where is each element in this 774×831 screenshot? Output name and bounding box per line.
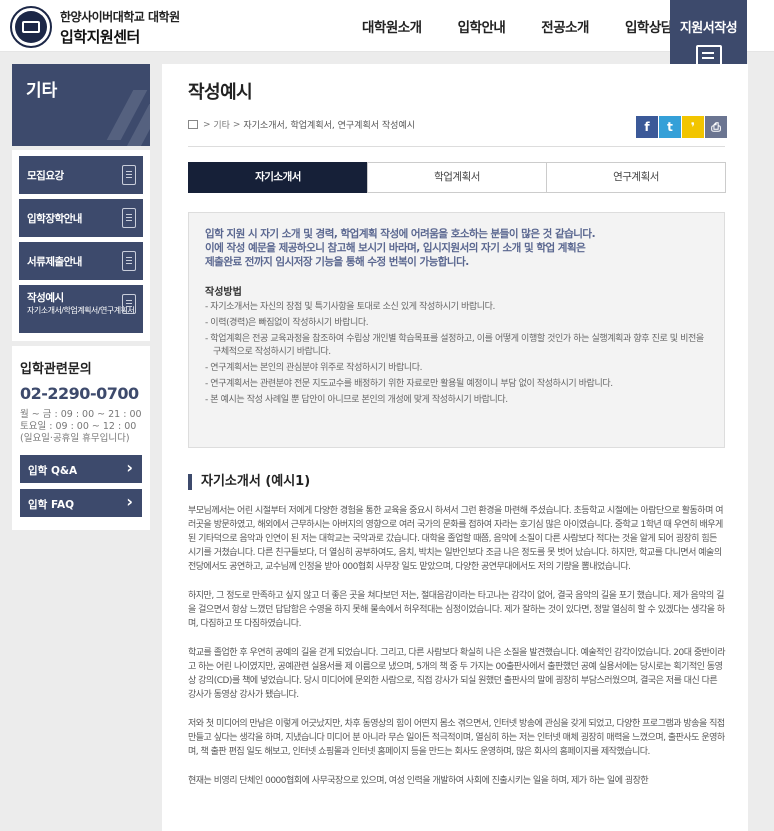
section-title: 자기소개서 (예시1) bbox=[188, 474, 310, 490]
site-logo[interactable]: 한양사이버대학교 대학원 입학지원센터 bbox=[10, 6, 180, 48]
breadcrumb-current: 자기소개서, 학업계획서, 연구계획서 작성예시 bbox=[243, 121, 416, 131]
example-paragraph: 부모님께서는 어린 시절부터 저에게 다양한 경험을 통한 교육을 중요시 하셔… bbox=[188, 506, 724, 572]
example-paragraph: 현재는 비영리 단체인 0000협회에 사무국장으로 있으며, 여성 인력을 개… bbox=[188, 776, 649, 786]
tab-study-plan[interactable]: 학업계획서 bbox=[367, 162, 547, 193]
center-name: 입학지원센터 bbox=[60, 27, 140, 46]
rule-item: - 본 예시는 작성 사례일 뿐 답안이 아니므로 본인의 개성에 맞게 작성하… bbox=[205, 395, 508, 405]
sidebar-title-panel: 기타 bbox=[12, 64, 150, 146]
intro-line: 이에 작성 예문을 제공하오니 참고해 보시기 바라며, 입시지원서의 자기 소… bbox=[205, 242, 586, 254]
intro-line: 입학 지원 시 자기 소개 및 경력, 학업계획 작성에 어려움을 호소하는 분… bbox=[205, 228, 596, 240]
sidebar-item-label: 모집요강 bbox=[27, 170, 64, 182]
home-icon[interactable] bbox=[188, 120, 198, 129]
facebook-icon[interactable]: f bbox=[636, 116, 658, 138]
sidebar-item-label: 입학장학안내 bbox=[27, 213, 82, 225]
sidebar-menu: 모집요강 입학장학안내 서류제출안내 작성예시 자기소개서/학업계획서/연구계획… bbox=[12, 150, 150, 341]
print-icon[interactable]: ⎙ bbox=[705, 116, 727, 138]
faq-button[interactable]: 입학 FAQ bbox=[20, 489, 142, 517]
nav-about[interactable]: 대학원소개 bbox=[362, 16, 422, 36]
breadcrumb-level1[interactable]: 기타 bbox=[213, 118, 230, 131]
rule-item: - 학업계획은 전공 교육과정을 참조하여 수립상 개인별 학습목표를 설정하고… bbox=[205, 334, 704, 357]
divider bbox=[188, 146, 725, 147]
rule-item: - 연구계획서는 본인의 관심분야 위주로 작성하시기 바랍니다. bbox=[205, 363, 423, 373]
kakao-icon[interactable]: ❜ bbox=[682, 116, 704, 138]
pencil-icon bbox=[122, 294, 136, 314]
rule-item: - 이력(경력)은 빠짐없이 작성하시기 바랍니다. bbox=[205, 318, 369, 328]
tab-bar: 자기소개서 학업계획서 연구계획서 bbox=[188, 162, 726, 193]
rule-item: - 자기소개서는 자신의 장점 및 특기사항을 토대로 소신 있게 작성하시기 … bbox=[205, 302, 495, 312]
university-seal-icon bbox=[10, 6, 52, 48]
breadcrumb: > 기타 > 자기소개서, 학업계획서, 연구계획서 작성예시 bbox=[188, 118, 415, 131]
example-paragraph: 저와 첫 미디어의 만남은 이렇게 어긋났지만, 차후 동영상의 힘이 어떤지 … bbox=[188, 719, 725, 757]
sidebar-item-scholarship[interactable]: 입학장학안내 bbox=[19, 199, 143, 237]
sidebar-item-label: 서류제출안내 bbox=[27, 256, 82, 268]
how-title: 작성방법 bbox=[205, 287, 242, 298]
share-buttons: f t ❜ ⎙ bbox=[635, 116, 727, 138]
tab-self-intro[interactable]: 자기소개서 bbox=[188, 162, 368, 193]
nav-consult[interactable]: 입학상담 bbox=[625, 16, 673, 36]
sidebar-title: 기타 bbox=[26, 81, 58, 101]
rule-item: - 연구계획서는 관련분야 전문 지도교수를 배정하기 위한 자료로만 활용될 … bbox=[205, 379, 613, 389]
main-content: 작성예시 > 기타 > 자기소개서, 학업계획서, 연구계획서 작성예시 f t… bbox=[162, 64, 748, 831]
contact-hours: 월 ~ 금 : 09 : 00 ~ 21 : 00 토요일 : 09 : 00 … bbox=[20, 409, 142, 445]
document-icon bbox=[122, 208, 136, 228]
monitor-icon bbox=[122, 251, 136, 271]
sidebar-item-recruitment[interactable]: 모집요강 bbox=[19, 156, 143, 194]
contact-title: 입학관련문의 bbox=[20, 362, 92, 377]
nav-major[interactable]: 전공소개 bbox=[541, 16, 589, 36]
main-nav: 대학원소개 입학안내 전공소개 입학상담 bbox=[362, 0, 709, 52]
nav-admission[interactable]: 입학안내 bbox=[458, 16, 506, 36]
example-paragraph: 학교를 졸업한 후 우연히 공예의 길을 걷게 되었습니다. 그리고, 다른 사… bbox=[188, 648, 725, 700]
sidebar-item-documents[interactable]: 서류제출안내 bbox=[19, 242, 143, 280]
contact-panel: 입학관련문의 02-2290-0700 월 ~ 금 : 09 : 00 ~ 21… bbox=[12, 346, 150, 530]
twitter-icon[interactable]: t bbox=[659, 116, 681, 138]
page-title: 작성예시 bbox=[188, 82, 253, 103]
school-name: 한양사이버대학교 대학원 bbox=[60, 9, 180, 24]
example-body: 부모님께서는 어린 시절부터 저에게 다양한 경험을 통한 교육을 중요시 하셔… bbox=[188, 504, 725, 803]
apply-label: 지원서작성 bbox=[679, 21, 738, 36]
top-header: 한양사이버대학교 대학원 입학지원센터 대학원소개 입학안내 전공소개 입학상담 bbox=[0, 0, 774, 52]
example-paragraph: 하지만, 그 정도로 만족하고 싶지 않고 더 좋은 곳을 쳐다보던 저는, 절… bbox=[188, 591, 725, 629]
tab-research-plan[interactable]: 연구계획서 bbox=[546, 162, 726, 193]
contact-phone: 02-2290-0700 bbox=[20, 384, 139, 403]
guide-intro: 입학 지원 시 자기 소개 및 경력, 학업계획 작성에 어려움을 호소하는 분… bbox=[205, 227, 708, 269]
sidebar-item-examples[interactable]: 작성예시 자기소개서/학업계획서/연구계획서 bbox=[19, 285, 143, 333]
qna-button[interactable]: 입학 Q&A bbox=[20, 455, 142, 483]
guide-box: 입학 지원 시 자기 소개 및 경력, 학업계획 작성에 어려움을 호소하는 분… bbox=[188, 212, 725, 448]
hours-holiday: (일요일·공휴일 휴무입니다) bbox=[20, 433, 130, 444]
hours-saturday: 토요일 : 09 : 00 ~ 12 : 00 bbox=[20, 421, 137, 432]
document-icon bbox=[122, 165, 136, 185]
hours-weekday: 월 ~ 금 : 09 : 00 ~ 21 : 00 bbox=[20, 409, 142, 420]
intro-line: 제출완료 전까지 임시저장 기능을 통해 수정 번복이 가능합니다. bbox=[205, 256, 469, 268]
